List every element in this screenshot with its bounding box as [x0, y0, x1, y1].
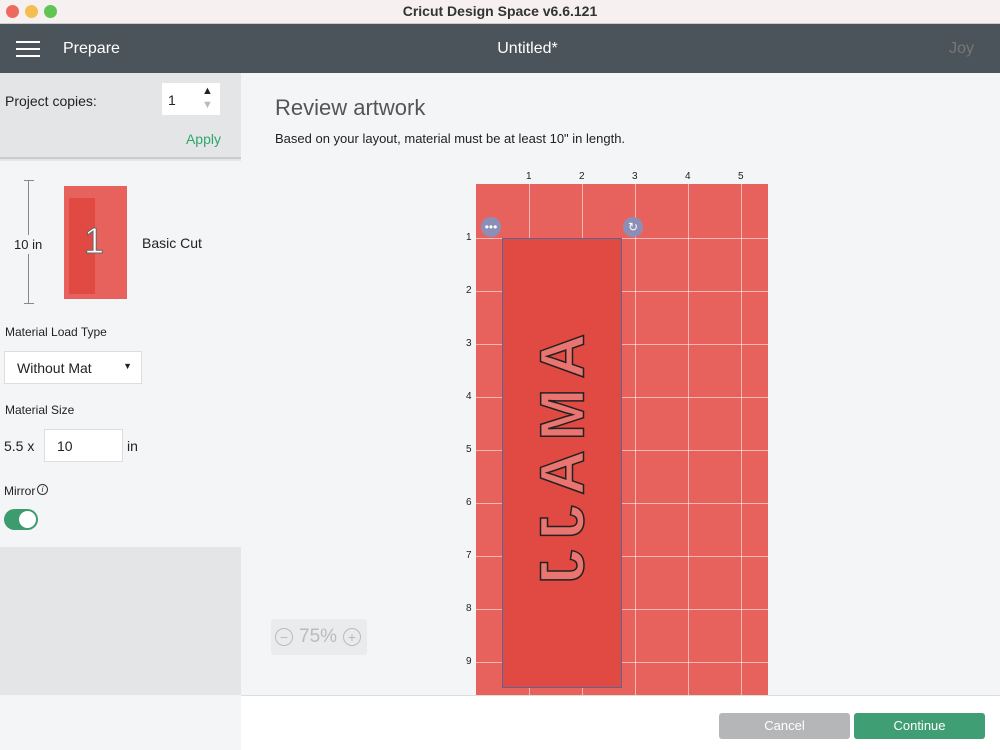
info-icon[interactable]: i	[37, 484, 48, 495]
material-unit: in	[127, 438, 138, 454]
x-tick: 3	[632, 171, 638, 182]
increment-icon[interactable]: ▲	[202, 85, 213, 97]
load-type-value: Without Mat	[17, 360, 92, 376]
app-header: Prepare Untitled* Joy	[0, 24, 1000, 73]
zoom-out-button[interactable]: −	[275, 628, 293, 646]
rotate-icon[interactable]: ↻	[623, 217, 643, 237]
x-tick: 5	[738, 171, 744, 182]
x-tick: 2	[579, 171, 585, 182]
decrement-icon[interactable]: ▼	[202, 99, 213, 111]
user-name[interactable]: Joy	[949, 40, 974, 58]
y-tick: 3	[466, 338, 472, 349]
project-copies-stepper[interactable]: 1 ▲ ▼	[162, 83, 220, 115]
y-tick: 7	[466, 550, 472, 561]
design-object[interactable]: AMAJJ	[502, 238, 622, 688]
chevron-down-icon: ▼	[123, 361, 132, 371]
copies-value: 1	[168, 92, 176, 108]
zoom-control: − 75% +	[271, 619, 367, 655]
zoom-in-button[interactable]: +	[343, 628, 361, 646]
window-title: Cricut Design Space v6.6.121	[402, 3, 598, 19]
mat-number: 1	[83, 220, 105, 262]
mat-mode: Basic Cut	[142, 235, 202, 251]
material-length-input[interactable]: 10	[44, 429, 123, 462]
material-width: 5.5 x	[4, 438, 35, 454]
x-tick: 1	[526, 171, 532, 182]
y-tick: 5	[466, 444, 472, 455]
y-tick: 4	[466, 391, 472, 402]
continue-button[interactable]: Continue	[854, 713, 985, 739]
mat-length: 10 in	[10, 235, 47, 254]
page-subtitle: Based on your layout, material must be a…	[275, 131, 626, 146]
mat-thumbnail[interactable]: 1	[64, 186, 127, 299]
zoom-level: 75%	[299, 626, 338, 647]
mirror-label: Mirror	[4, 484, 36, 498]
y-tick: 2	[466, 285, 472, 296]
project-title: Untitled*	[497, 40, 558, 57]
y-tick: 8	[466, 603, 472, 614]
load-type-dropdown[interactable]: Without Mat ▼	[4, 351, 142, 384]
close-window-button[interactable]	[6, 5, 19, 18]
maximize-window-button[interactable]	[44, 5, 57, 18]
load-type-label: Material Load Type	[5, 325, 107, 339]
apply-button[interactable]: Apply	[186, 131, 221, 147]
footer: Cancel Continue	[241, 695, 1000, 750]
more-options-icon[interactable]: •••	[481, 217, 501, 237]
project-copies-label: Project copies:	[5, 93, 97, 109]
mirror-toggle[interactable]	[4, 509, 38, 530]
y-tick: 6	[466, 497, 472, 508]
material-size-label: Material Size	[5, 403, 75, 417]
cancel-button[interactable]: Cancel	[719, 713, 850, 739]
y-tick: 9	[466, 656, 472, 667]
minimize-window-button[interactable]	[25, 5, 38, 18]
sidebar: Project copies: 1 ▲ ▼ Apply 10 in 1 Basi…	[0, 73, 241, 695]
x-tick: 4	[685, 171, 691, 182]
y-tick: 1	[466, 232, 472, 243]
page-title: Review artwork	[275, 95, 426, 120]
window-titlebar: Cricut Design Space v6.6.121	[0, 0, 1000, 24]
design-text: AMAJJ	[528, 333, 599, 595]
